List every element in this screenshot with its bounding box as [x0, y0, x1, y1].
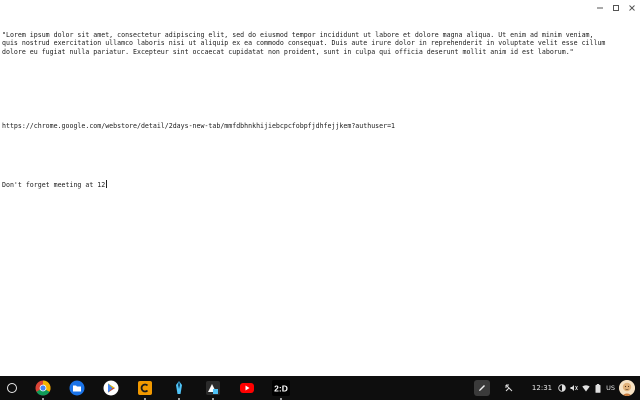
youtube-icon[interactable] [238, 379, 256, 397]
shape-app-icon[interactable] [204, 379, 222, 400]
volume-icon [570, 384, 578, 392]
pen-app-icon[interactable] [170, 379, 188, 400]
ime-indicator: US [606, 384, 615, 392]
screen-capture-icon[interactable] [504, 383, 514, 393]
stylus-icon[interactable] [473, 380, 490, 396]
text-area[interactable]: "Lorem ipsum dolor sit amet, consectetur… [2, 14, 608, 207]
text-editor-window: "Lorem ipsum dolor sit amet, consectetur… [0, 0, 640, 376]
dnd-icon [558, 384, 566, 392]
note-line: Don't forget meeting at 12 [2, 180, 608, 189]
shelf-apps: 2:D [34, 376, 306, 400]
system-status-area[interactable]: 12:31 US [532, 378, 640, 398]
lorem-paragraph: "Lorem ipsum dolor sit amet, consectetur… [2, 30, 610, 56]
files-icon[interactable] [68, 379, 86, 397]
status-tray: 12:31 US [473, 376, 640, 400]
url-line: https://chrome.google.com/webstore/detai… [2, 122, 396, 131]
shelf: 2:D 12:31 US [0, 376, 640, 400]
chrome-icon[interactable] [34, 379, 52, 400]
wifi-icon [582, 384, 590, 392]
launcher-circle-icon[interactable] [7, 383, 17, 393]
note-text: Don't forget meeting at 12 [2, 181, 106, 190]
text-caret [106, 180, 108, 189]
2d-icon[interactable]: 2:D [272, 379, 290, 400]
clock: 12:31 [531, 384, 553, 392]
maximize-icon[interactable] [608, 0, 624, 16]
orange-c-icon[interactable] [136, 379, 154, 400]
battery-icon [594, 383, 602, 393]
svg-text:2:D: 2:D [274, 384, 288, 394]
user-avatar-icon [619, 380, 635, 396]
play-store-icon[interactable] [102, 379, 120, 397]
close-icon[interactable] [624, 0, 640, 16]
